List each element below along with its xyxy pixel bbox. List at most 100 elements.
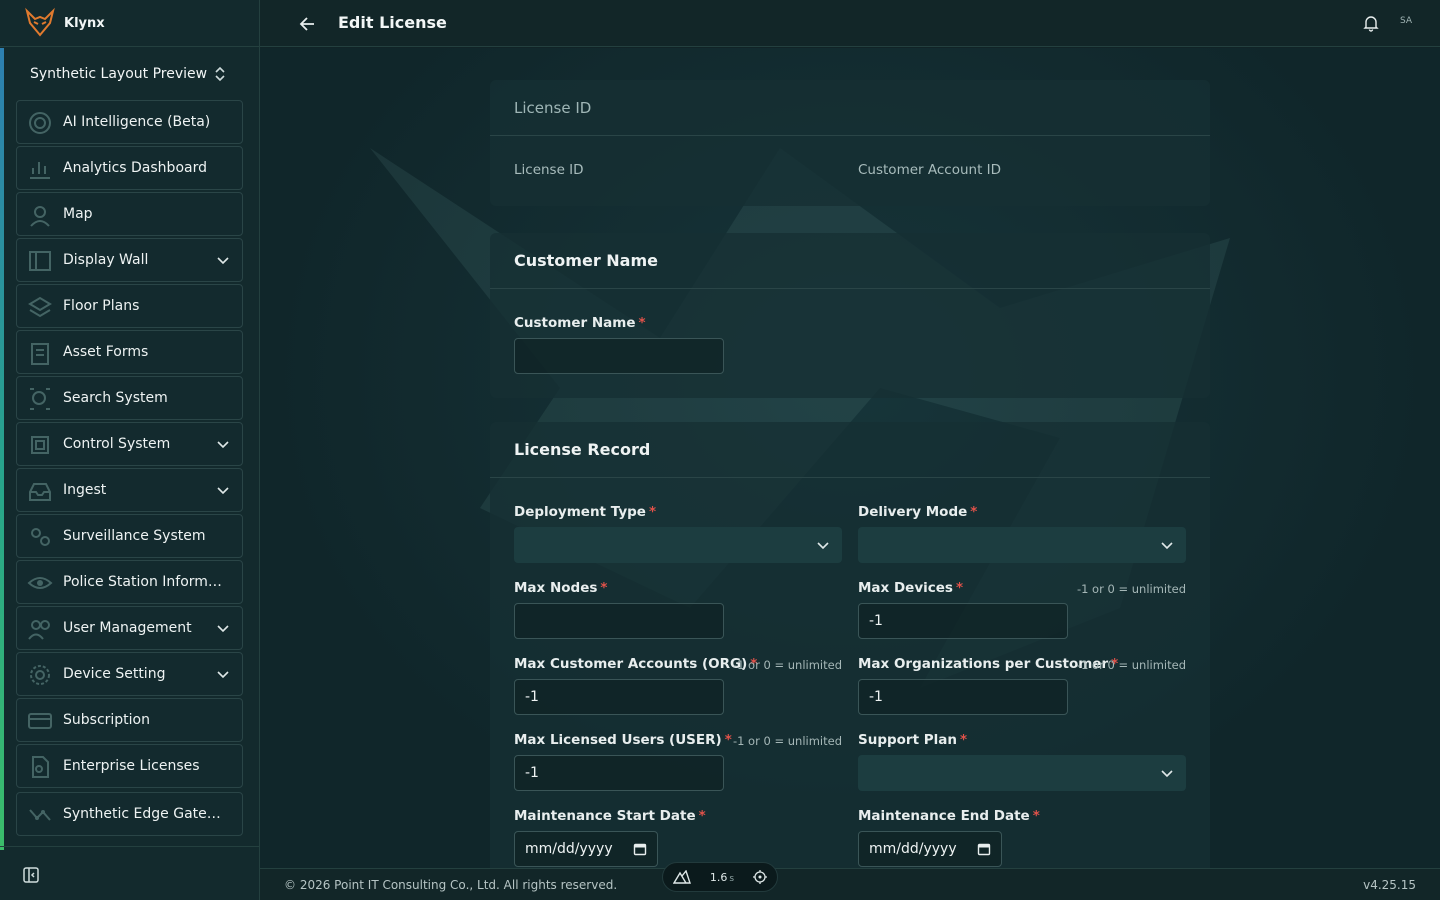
brand[interactable]: Klynx (0, 0, 259, 47)
date-placeholder: mm/dd/yyyy (869, 841, 957, 857)
nuxt-logo-icon[interactable] (673, 870, 691, 884)
maintenance-start-date-input[interactable]: mm/dd/yyyy (514, 831, 658, 867)
target-icon[interactable] (752, 870, 767, 884)
deployment-type-select[interactable] (514, 527, 842, 563)
sidebar-item-surveillance-system[interactable]: Surveillance System (16, 514, 243, 558)
sidebar-item-label: Surveillance System (63, 528, 206, 544)
delivery-mode-label: Delivery Mode * (858, 504, 978, 520)
sidebar-item-label: Analytics Dashboard (63, 160, 207, 176)
search-icon (30, 388, 50, 410)
sidebar-item-display-wall[interactable]: Display Wall (16, 238, 243, 282)
license-icon (32, 756, 49, 778)
deployment-type-label: Deployment Type * (514, 504, 657, 520)
chevron-down-icon (1161, 542, 1173, 550)
copyright-text: © 2026 Point IT Consulting Co., Ltd. All… (284, 878, 618, 892)
sidebar-item-map[interactable]: Map (16, 192, 243, 236)
maintenance-start-label: Maintenance Start Date * (514, 808, 706, 824)
max-customer-accounts-hint: -1 or 0 = unlimited (732, 658, 842, 672)
max-devices-input[interactable]: -1 (858, 603, 1068, 639)
customer-account-id-label: Customer Account ID (858, 162, 1002, 178)
chart-icon (30, 162, 50, 179)
card-header: License ID (490, 80, 1210, 136)
gateway-icon (29, 809, 51, 821)
sidebar-item-control-system[interactable]: Control System (16, 422, 243, 466)
inbox-icon (29, 483, 51, 501)
card-icon (28, 713, 52, 729)
sidebar-item-label: Device Setting (63, 666, 166, 682)
max-devices-label: Max Devices * (858, 580, 963, 596)
sidebar-item-label: Control System (63, 436, 171, 452)
support-plan-label: Support Plan * (858, 732, 968, 748)
org-name: Synthetic Layout Preview (30, 66, 208, 82)
card-title: License ID (514, 98, 592, 117)
camera-icon (31, 528, 50, 546)
org-switcher[interactable]: Synthetic Layout Preview (16, 56, 242, 92)
max-customer-accounts-label: Max Customer Accounts (ORG) * (514, 656, 758, 672)
sidebar-item-label: Search System (63, 390, 168, 406)
fox-logo-icon (25, 7, 55, 37)
sidebar-item-label: Enterprise Licenses (63, 758, 200, 774)
sidebar: Klynx Synthetic Layout Preview AI Intell… (0, 0, 260, 900)
sidebar-item-label: Subscription (63, 712, 150, 728)
sidebar-item-label: User Management (63, 620, 192, 636)
user-avatar[interactable]: SA (1400, 16, 1412, 26)
customer-name-input[interactable] (514, 338, 724, 374)
calendar-icon[interactable] (977, 842, 991, 856)
divider (0, 846, 260, 847)
sidebar-item-floor-plans[interactable]: Floor Plans (16, 284, 243, 328)
sidebar-item-label: Ingest (63, 482, 107, 498)
sidebar-item-synthetic-edge-gateway[interactable]: Synthetic Edge Gateway (16, 792, 243, 836)
license-id-label: License ID (514, 162, 584, 178)
card-title: Customer Name (514, 251, 658, 270)
maintenance-end-label: Maintenance End Date * (858, 808, 1040, 824)
max-licensed-users-input[interactable]: -1 (514, 755, 724, 791)
app-version: v4.25.15 (1363, 878, 1416, 892)
customer-card: Customer Name Customer Name * (490, 233, 1210, 398)
devtools-bar[interactable]: 1.6 s (662, 862, 778, 892)
calendar-icon[interactable] (633, 842, 647, 856)
sidebar-item-ai-intelligence-beta[interactable]: AI Intelligence (Beta) (16, 100, 243, 144)
card-header: License Record (490, 422, 1210, 478)
layers-icon (28, 296, 52, 318)
sidebar-item-analytics-dashboard[interactable]: Analytics Dashboard (16, 146, 243, 190)
users-icon (28, 620, 50, 640)
sidebar-nav: AI Intelligence (Beta) Analytics Dashboar… (16, 100, 243, 838)
sidebar-item-label: Display Wall (63, 252, 149, 268)
support-plan-select[interactable] (858, 755, 1186, 791)
map-pin-icon (30, 206, 50, 227)
sidebar-item-device-setting[interactable]: Device Setting (16, 652, 243, 696)
max-licensed-users-hint: -1 or 0 = unlimited (732, 734, 842, 748)
max-orgs-per-customer-input[interactable]: -1 (858, 679, 1068, 715)
date-placeholder: mm/dd/yyyy (525, 841, 613, 857)
sidebar-item-ingest[interactable]: Ingest (16, 468, 243, 512)
chevron-down-icon (217, 487, 229, 495)
back-arrow-icon[interactable] (298, 14, 318, 34)
app-name: Klynx (64, 15, 105, 31)
delivery-mode-select[interactable] (858, 527, 1186, 563)
card-title: License Record (514, 440, 651, 459)
max-orgs-per-customer-hint: -1 or 0 = unlimited (1076, 658, 1186, 672)
sidebar-item-label: Map (63, 206, 93, 222)
sidebar-item-police-station-information[interactable]: Police Station Information (16, 560, 243, 604)
maintenance-end-date-input[interactable]: mm/dd/yyyy (858, 831, 1002, 867)
clipboard-icon (31, 343, 49, 365)
max-nodes-input[interactable] (514, 603, 724, 639)
chevron-up-down-icon (215, 66, 225, 82)
sidebar-item-asset-forms[interactable]: Asset Forms (16, 330, 243, 374)
footer: © 2026 Point IT Consulting Co., Ltd. All… (260, 862, 1440, 900)
sidebar-item-subscription[interactable]: Subscription (16, 698, 243, 742)
max-nodes-label: Max Nodes * (514, 580, 608, 596)
topbar: Edit License SA (260, 0, 1440, 47)
main-content: License ID License ID Customer Account I… (260, 48, 1440, 868)
sidebar-item-search-system[interactable]: Search System (16, 376, 243, 420)
collapse-sidebar-icon[interactable] (22, 866, 40, 884)
eye-icon (27, 577, 53, 589)
customer-name-label: Customer Name * (514, 315, 646, 331)
sidebar-item-enterprise-licenses[interactable]: Enterprise Licenses (16, 744, 243, 788)
bell-icon[interactable] (1362, 14, 1380, 32)
sidebar-item-user-management[interactable]: User Management (16, 606, 243, 650)
chevron-down-icon (217, 441, 229, 449)
chevron-down-icon (1161, 770, 1173, 778)
radar-icon (29, 112, 51, 134)
max-customer-accounts-input[interactable]: -1 (514, 679, 724, 715)
